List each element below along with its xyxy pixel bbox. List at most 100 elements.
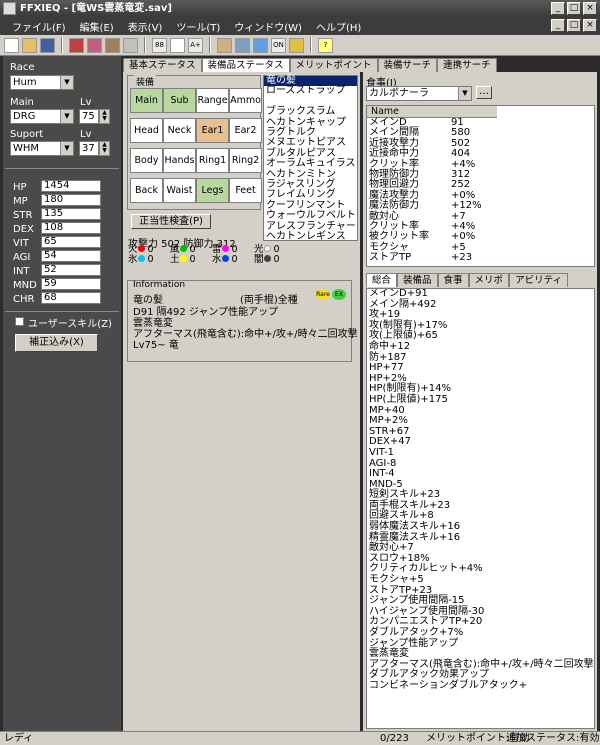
settings-icon[interactable] bbox=[235, 37, 250, 53]
food-icon[interactable] bbox=[289, 37, 304, 53]
grid-view-icon[interactable] bbox=[170, 37, 185, 53]
equip-icon[interactable] bbox=[69, 37, 84, 53]
menu-window[interactable]: ウィンドウ(W) bbox=[234, 19, 302, 34]
slot-legs[interactable]: Legs bbox=[196, 178, 229, 203]
element-earth: 土 0 bbox=[170, 254, 196, 265]
equip3-icon[interactable] bbox=[105, 37, 120, 53]
slot-body[interactable]: Body bbox=[130, 148, 163, 173]
minimize-button[interactable]: _ bbox=[551, 2, 565, 15]
stat-label: VIT bbox=[13, 238, 29, 249]
slot-ring1[interactable]: Ring1 bbox=[196, 148, 229, 173]
slot-ammo[interactable]: Ammo bbox=[229, 88, 262, 113]
help-icon[interactable]: ? bbox=[318, 37, 333, 53]
slot-ear2[interactable]: Ear2 bbox=[229, 118, 262, 143]
stat-row-str: STR 135 bbox=[13, 208, 119, 221]
menu-edit[interactable]: 編集(E) bbox=[80, 19, 114, 34]
toolbar: 88 A+ ON ? bbox=[0, 35, 600, 56]
mdi-close-button[interactable]: × bbox=[583, 19, 597, 32]
correction-button[interactable]: 補正込み(X) bbox=[15, 334, 98, 352]
tab-abilities[interactable]: アビリティ bbox=[509, 273, 568, 287]
race-select[interactable]: Hum ▼ bbox=[10, 75, 74, 90]
tab-merits[interactable]: メリポ bbox=[468, 273, 510, 287]
slot-back[interactable]: Back bbox=[130, 178, 163, 203]
main-lv-label: Lv bbox=[80, 97, 92, 108]
mdi-minimize-button[interactable]: _ bbox=[551, 19, 565, 32]
aplus-icon[interactable]: A+ bbox=[188, 37, 203, 53]
tab-equipment-status[interactable]: 装備品ステータス bbox=[201, 58, 290, 72]
slot-neck[interactable]: Neck bbox=[163, 118, 196, 143]
tab-skillchain-search[interactable]: 連携サーチ bbox=[437, 58, 497, 72]
new-icon[interactable] bbox=[4, 37, 19, 53]
b8-icon[interactable]: 88 bbox=[152, 37, 167, 53]
main-job-label: Main bbox=[10, 97, 34, 108]
list-item[interactable]: ローズストラップ bbox=[264, 85, 357, 96]
stat-label: DEX bbox=[13, 224, 34, 235]
home-icon[interactable] bbox=[217, 37, 232, 53]
ice-icon bbox=[137, 255, 145, 262]
chevron-down-icon: ▼ bbox=[60, 76, 73, 89]
target-icon[interactable] bbox=[253, 37, 268, 53]
stat-value: 59 bbox=[41, 278, 101, 290]
on-icon[interactable]: ON bbox=[271, 37, 286, 53]
main-lv-input[interactable]: 75 bbox=[79, 109, 99, 124]
stat-row-mp: MP 180 bbox=[13, 194, 119, 207]
divider bbox=[5, 168, 119, 169]
slot-ear1[interactable]: Ear1 bbox=[196, 118, 229, 143]
rare-badge: Rare bbox=[316, 289, 330, 300]
menu-file[interactable]: ファイル(F) bbox=[12, 19, 66, 34]
food-select[interactable]: カルボナーラ ▼ bbox=[366, 86, 472, 101]
equip2-icon[interactable] bbox=[87, 37, 102, 53]
equipment-panel: 装備 Main Sub Range Ammo Head Neck Ear1 Ea… bbox=[123, 72, 360, 731]
mdi-restore-button[interactable]: □ bbox=[567, 19, 581, 32]
user-skill-checkbox[interactable] bbox=[15, 317, 24, 326]
slot-sub[interactable]: Sub bbox=[163, 88, 196, 113]
stat-value: 135 bbox=[41, 208, 101, 220]
status-count: 0/223 bbox=[380, 733, 409, 744]
food-browse-button[interactable]: … bbox=[476, 86, 492, 99]
validity-check-button[interactable]: 正当性検査(P) bbox=[131, 214, 211, 229]
open-icon[interactable] bbox=[22, 37, 37, 53]
stat-row-agi: AGI 54 bbox=[13, 250, 119, 263]
stat-value: 65 bbox=[41, 236, 101, 248]
summary-line: メイン隔+492 bbox=[369, 298, 437, 310]
tab-summary[interactable]: 総合 bbox=[366, 273, 398, 287]
tab-food[interactable]: 食事 bbox=[437, 273, 469, 287]
equipment-list[interactable]: 竜の髪 ローズストラップ ブラックスラム ヘカトンキャップ ラグトルク メヌエッ… bbox=[263, 75, 358, 242]
status-text: レディ bbox=[4, 733, 34, 744]
main-lv-stepper[interactable]: ▲ ▼ bbox=[99, 109, 110, 124]
menu-tools[interactable]: ツール(T) bbox=[176, 19, 220, 34]
support-lv-stepper[interactable]: ▲ ▼ bbox=[99, 141, 110, 156]
slot-hands[interactable]: Hands bbox=[163, 148, 196, 173]
summary-line: コンビネーションダブルアタック+ bbox=[369, 679, 528, 691]
support-job-select[interactable]: WHM ▼ bbox=[10, 141, 74, 156]
window-title: FFXIEQ - [竜WS雲蒸竜変.sav] bbox=[20, 3, 172, 14]
list-item[interactable]: ヘカトンレギンス bbox=[264, 231, 357, 242]
tab-basic-status[interactable]: 基本ステータス bbox=[123, 58, 202, 72]
grid-icon[interactable] bbox=[123, 37, 138, 53]
maximize-button[interactable]: □ bbox=[567, 2, 581, 15]
close-button[interactable]: × bbox=[583, 2, 597, 15]
element-resistances: 火 0 風 0 雷 0 光 0 氷 0 土 0 水 0 闇 0 bbox=[128, 245, 298, 265]
race-value: Hum bbox=[13, 77, 37, 88]
toolbar-separator bbox=[61, 37, 63, 53]
slot-range[interactable]: Range bbox=[196, 88, 229, 113]
stat-value: 54 bbox=[41, 250, 101, 262]
main-job-select[interactable]: DRG ▼ bbox=[10, 109, 74, 124]
chevron-down-icon: ▼ bbox=[60, 110, 73, 123]
table-row: 魔法防御力 +12% bbox=[369, 200, 482, 212]
tab-merit-points[interactable]: メリットポイント bbox=[289, 58, 378, 72]
tab-equipment[interactable]: 装備品 bbox=[397, 273, 438, 287]
slot-feet[interactable]: Feet bbox=[229, 178, 262, 203]
menu-view[interactable]: 表示(V) bbox=[128, 19, 163, 34]
slot-head[interactable]: Head bbox=[130, 118, 163, 143]
slot-main[interactable]: Main bbox=[130, 88, 163, 113]
slot-ring2[interactable]: Ring2 bbox=[229, 148, 262, 173]
chevron-down-icon: ▼ bbox=[60, 142, 73, 155]
save-icon[interactable] bbox=[40, 37, 55, 53]
menu-help[interactable]: ヘルプ(H) bbox=[316, 19, 361, 34]
stat-label: MND bbox=[13, 280, 37, 291]
slot-waist[interactable]: Waist bbox=[163, 178, 196, 203]
tab-equipment-search[interactable]: 装備サーチ bbox=[377, 58, 438, 72]
stat-value: 68 bbox=[41, 292, 101, 304]
support-lv-input[interactable]: 37 bbox=[79, 141, 99, 156]
